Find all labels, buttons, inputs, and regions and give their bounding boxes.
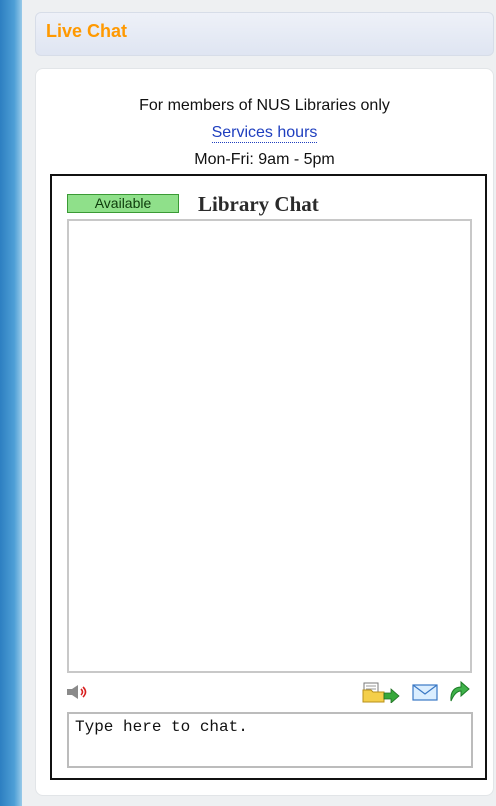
header-title: Live Chat <box>46 21 128 41</box>
chat-title: Library Chat <box>198 192 319 216</box>
chat-message-input[interactable] <box>67 712 473 768</box>
popout-arrow-icon[interactable] <box>446 679 470 703</box>
email-icon[interactable] <box>412 683 438 701</box>
file-transfer-icon[interactable] <box>362 681 400 703</box>
chat-transcript[interactable] <box>67 219 472 673</box>
hours-times: Mon-Fri: 9am - 5pm <box>194 151 335 168</box>
status-badge: Available <box>67 194 179 213</box>
chat-widget: Available Library Chat <box>50 174 487 780</box>
hours-link-row: Services hours <box>36 124 493 143</box>
live-chat-header: Live Chat <box>35 12 494 56</box>
members-note: For members of NUS Libraries only <box>139 97 390 114</box>
speaker-sound-icon[interactable] <box>66 684 98 700</box>
services-hours-link[interactable]: Services hours <box>211 124 318 143</box>
